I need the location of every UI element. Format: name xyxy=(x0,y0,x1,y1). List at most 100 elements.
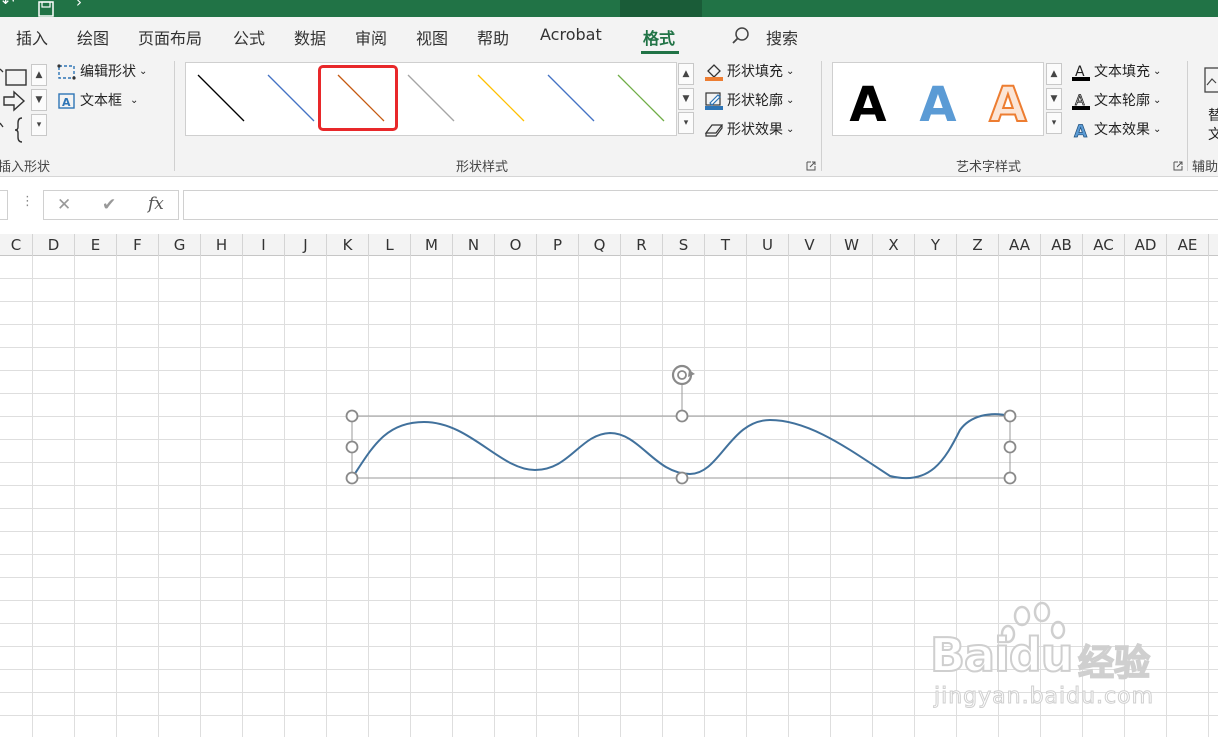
column-header-k[interactable]: K xyxy=(327,234,369,256)
tab-page-layout[interactable]: 页面布局 xyxy=(138,25,202,49)
column-header-g[interactable]: G xyxy=(159,234,201,256)
group-label-accessibility: 辅助 xyxy=(1192,160,1218,175)
alt-text-icon[interactable] xyxy=(1204,67,1218,93)
search-icon[interactable] xyxy=(731,26,751,46)
text-effects-icon: A xyxy=(1074,122,1089,139)
column-header-d[interactable]: D xyxy=(33,234,75,256)
tab-data[interactable]: 数据 xyxy=(294,25,326,49)
wordart-sample-black[interactable]: A xyxy=(843,77,893,133)
column-header-ac[interactable]: AC xyxy=(1083,234,1125,256)
svg-text:A: A xyxy=(1074,122,1088,139)
shape-style-swatches[interactable] xyxy=(186,63,678,137)
text-fill-button[interactable]: A 文本填充 ⌄ xyxy=(1071,61,1161,83)
edit-shape-icon xyxy=(57,64,76,80)
wordart-sample-blue[interactable]: A xyxy=(913,77,963,133)
name-box[interactable] xyxy=(0,190,8,220)
column-header-v[interactable]: V xyxy=(789,234,831,256)
chevron-down-icon: ⌄ xyxy=(139,66,148,77)
column-header-t[interactable]: T xyxy=(705,234,747,256)
wordart-scroll-up[interactable]: ▲ xyxy=(1046,63,1062,85)
redo-icon[interactable]: › xyxy=(76,0,82,11)
styles-more-button[interactable]: ▾ xyxy=(678,112,694,134)
column-header-s[interactable]: S xyxy=(663,234,705,256)
tab-format[interactable]: 格式 xyxy=(643,25,675,49)
edit-shape-button[interactable]: 编辑形状 ⌄ xyxy=(57,61,147,83)
column-header-q[interactable]: Q xyxy=(579,234,621,256)
shape-style-swatch-6[interactable] xyxy=(547,74,595,122)
formula-input[interactable] xyxy=(183,190,1218,220)
column-header-r[interactable]: R xyxy=(621,234,663,256)
shape-effects-icon xyxy=(704,124,724,137)
tab-acrobat[interactable]: Acrobat xyxy=(540,25,602,44)
tab-insert[interactable]: 插入 xyxy=(16,25,48,49)
text-box-label: 文本框 xyxy=(80,93,122,109)
tab-formulas[interactable]: 公式 xyxy=(233,25,265,49)
search-label[interactable]: 搜索 xyxy=(766,25,798,49)
dialog-launcher-icon[interactable] xyxy=(1173,161,1183,171)
tab-review[interactable]: 审阅 xyxy=(355,25,387,49)
text-effects-button[interactable]: A 文本效果 ⌄ xyxy=(1071,119,1162,141)
wordart-gallery[interactable]: A A A xyxy=(832,62,1044,136)
chevron-down-icon: ⌄ xyxy=(786,66,795,77)
styles-scroll-up[interactable]: ▲ xyxy=(678,63,694,85)
insert-shapes-gallery[interactable] xyxy=(0,61,32,145)
column-header-w[interactable]: W xyxy=(831,234,873,256)
column-header-ad[interactable]: AD xyxy=(1125,234,1167,256)
shape-style-swatch-4[interactable] xyxy=(407,74,455,122)
shapes-scroll-up[interactable]: ▲ xyxy=(31,64,47,86)
dialog-launcher-icon[interactable] xyxy=(806,161,816,171)
column-header-ab[interactable]: AB xyxy=(1041,234,1083,256)
column-header-u[interactable]: U xyxy=(747,234,789,256)
text-box-button[interactable]: A 文本框 ⌄ xyxy=(57,90,138,112)
baidu-jingyan-watermark: Baidu 经验 jingyan.baidu.com xyxy=(929,600,1170,715)
shape-style-swatch-7[interactable] xyxy=(617,74,665,122)
column-header-y[interactable]: Y xyxy=(915,234,957,256)
column-header-x[interactable]: X xyxy=(873,234,915,256)
tab-view[interactable]: 视图 xyxy=(416,25,448,49)
formula-buttons: ✕ ✔ fx xyxy=(43,190,179,220)
column-header-z[interactable]: Z xyxy=(957,234,999,256)
shape-outline-button[interactable]: 形状轮廓 ⌄ xyxy=(704,90,794,112)
shape-styles-gallery[interactable] xyxy=(185,62,677,136)
save-icon[interactable] xyxy=(38,0,54,17)
watermark-cn: 经验 xyxy=(1077,642,1151,685)
column-header-h[interactable]: H xyxy=(201,234,243,256)
styles-scroll-down[interactable]: ▼ xyxy=(678,88,694,110)
column-header-m[interactable]: M xyxy=(411,234,453,256)
shape-fill-button[interactable]: 形状填充 ⌄ xyxy=(704,61,794,83)
alt-text-label-partial-2[interactable]: 文 xyxy=(1208,124,1218,146)
column-header-ae[interactable]: AE xyxy=(1167,234,1209,256)
column-headers: C D E F G H I J K L M N O P Q R S T U V W X Y Z AA AB AC AD AE xyxy=(0,234,1218,256)
column-header-f[interactable]: F xyxy=(117,234,159,256)
ribbon: ▲ ▼ ▾ 编辑形状 ⌄ A 文本框 ⌄ 插入形状 ▲ ▼ ▾ 形状填充 ⌄ 形状轮廓… xyxy=(0,55,1218,177)
selected-style-highlight xyxy=(318,65,398,131)
insert-function-button[interactable]: fx xyxy=(148,194,164,214)
column-header-n[interactable]: N xyxy=(453,234,495,256)
shape-style-swatch-1[interactable] xyxy=(197,74,245,122)
text-outline-button[interactable]: A 文本轮廓 ⌄ xyxy=(1071,90,1161,112)
shapes-scroll-down[interactable]: ▼ xyxy=(31,89,47,111)
tab-draw[interactable]: 绘图 xyxy=(77,25,109,49)
column-header-e[interactable]: E xyxy=(75,234,117,256)
column-header-p[interactable]: P xyxy=(537,234,579,256)
formula-bar-splitter[interactable]: ⋮ xyxy=(21,194,34,209)
cancel-formula-button[interactable]: ✕ xyxy=(57,195,71,215)
wordart-more-button[interactable]: ▾ xyxy=(1046,112,1062,134)
shape-style-swatch-2[interactable] xyxy=(267,74,315,122)
column-header-l[interactable]: L xyxy=(369,234,411,256)
column-header-c[interactable]: C xyxy=(0,234,33,256)
shape-style-swatch-5[interactable] xyxy=(477,74,525,122)
edit-shape-label: 编辑形状 xyxy=(80,64,136,80)
wordart-scroll-down[interactable]: ▼ xyxy=(1046,88,1062,110)
wordart-sample-orange-outline[interactable]: A xyxy=(983,76,1033,134)
column-header-aa[interactable]: AA xyxy=(999,234,1041,256)
tab-help[interactable]: 帮助 xyxy=(477,25,509,49)
chevron-down-icon: ⌄ xyxy=(786,124,795,135)
shapes-more-button[interactable]: ▾ xyxy=(31,114,47,136)
column-header-j[interactable]: J xyxy=(285,234,327,256)
column-header-i[interactable]: I xyxy=(243,234,285,256)
enter-formula-button[interactable]: ✔ xyxy=(102,195,116,215)
column-header-o[interactable]: O xyxy=(495,234,537,256)
shape-effects-button[interactable]: 形状效果 ⌄ xyxy=(704,119,794,141)
undo-icon[interactable]: ↶ xyxy=(2,0,15,11)
